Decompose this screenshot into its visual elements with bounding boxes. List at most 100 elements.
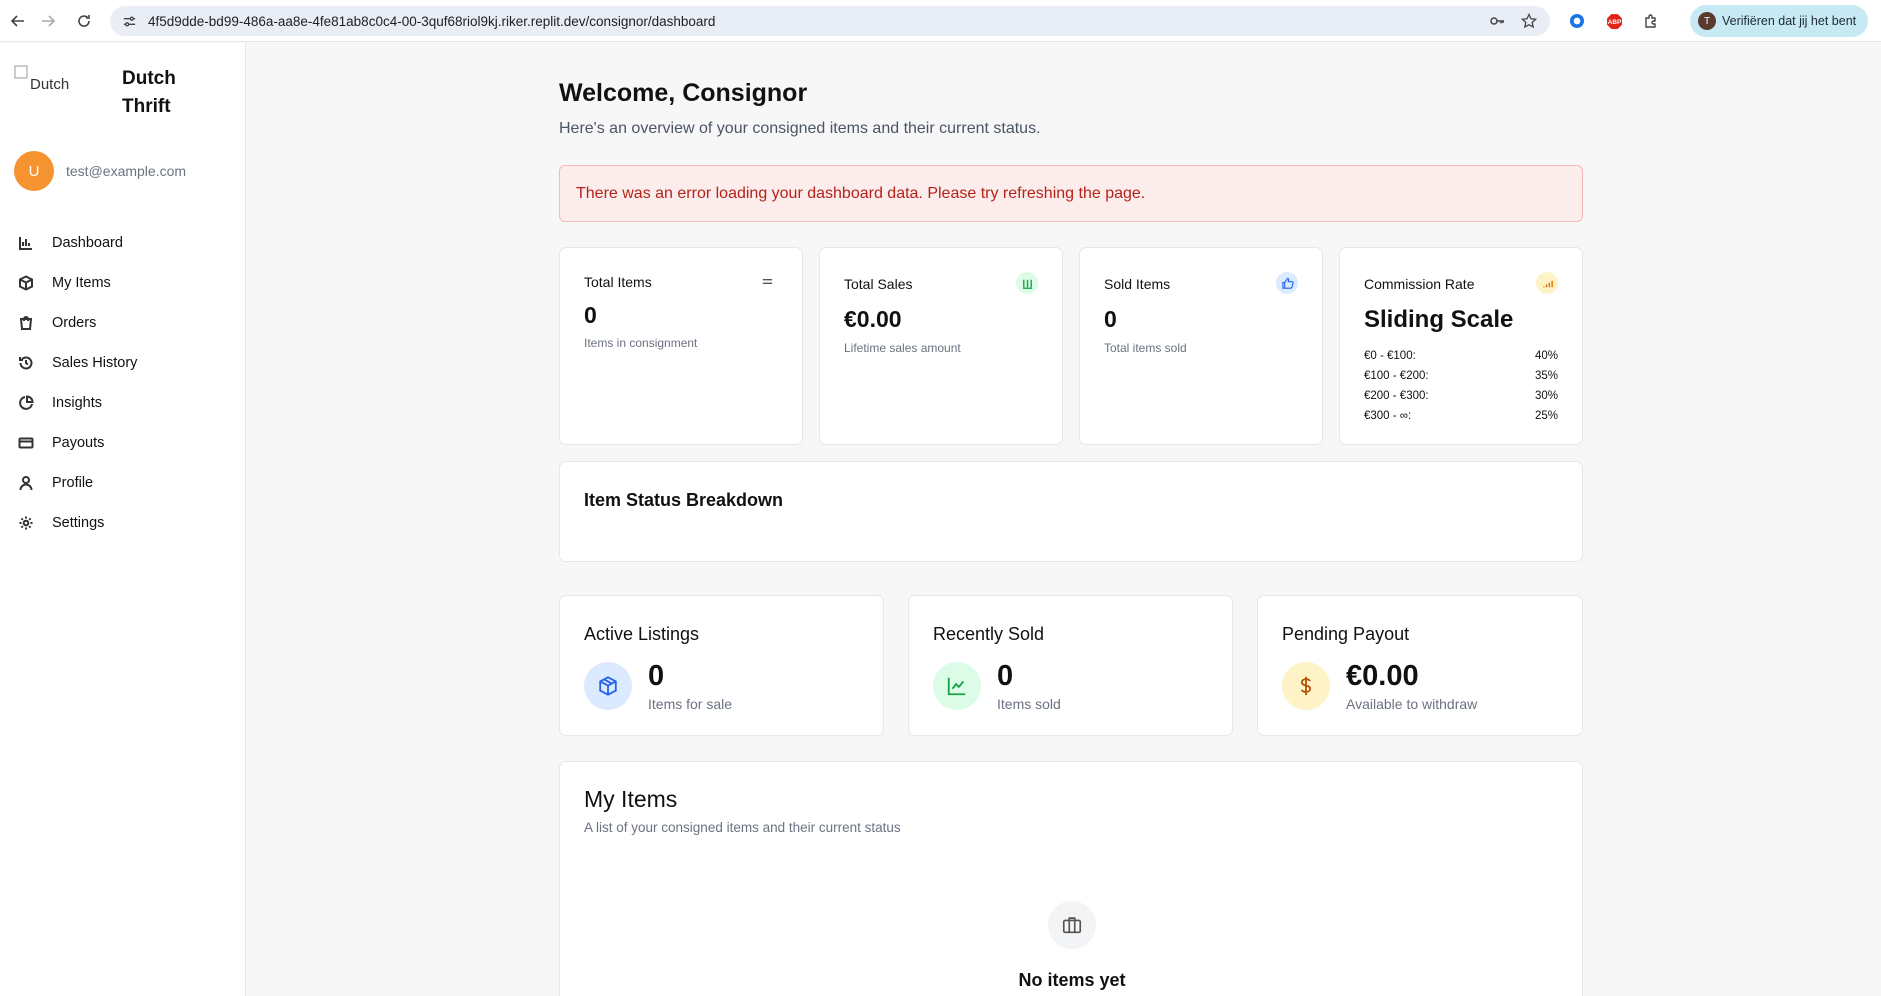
summary-value: 0 [648,660,665,692]
sidebar-item-orders[interactable]: Orders [0,303,245,343]
profile-verify-button[interactable]: T Verifiëren dat jij het bent [1690,5,1868,37]
dollar-icon [1282,662,1330,710]
brand-name-line1: Dutch [122,68,176,89]
address-bar[interactable]: 4f5d9dde-bd99-486a-aa8e-4fe81ab8c0c4-00-… [110,6,1550,36]
user-email: test@example.com [66,163,187,179]
adblock-icon[interactable]: ABP [1603,10,1625,32]
sidebar-item-label: Orders [52,315,97,331]
sidebar-item-my-items[interactable]: My Items [0,263,245,303]
sidebar-item-label: Dashboard [52,235,123,251]
empty-state-title: No items yet [1018,970,1126,990]
sidebar-item-settings[interactable]: Settings [0,503,245,543]
sidebar-item-insights[interactable]: Insights [0,383,245,423]
briefcase-icon [1048,901,1096,949]
tier-range: €300 - ∞: [1364,410,1412,422]
stat-value: 0 [584,302,597,328]
tier-range: €0 - €100: [1364,350,1416,362]
site-settings-icon[interactable] [120,12,138,30]
summary-caption: Items sold [997,696,1061,712]
tier-row: €0 - €100: 40% [1364,346,1558,366]
tier-rate: 35% [1534,370,1558,382]
thumbs-up-icon [1276,272,1298,294]
user-icon [19,476,33,491]
brand-name: Dutch Thrift [122,65,202,121]
tier-rate: 30% [1534,390,1558,402]
profile-verify-label: Verifiëren dat jij het bent [1722,14,1857,28]
status-breakdown-card: Item Status Breakdown [559,461,1583,562]
tier-row: €300 - ∞: 25% [1364,406,1558,426]
reload-button[interactable] [66,3,102,39]
my-items-subtitle: A list of your consigned items and their… [584,820,901,835]
summary-caption: Items for sale [648,696,733,712]
summary-card-recently-sold: Recently Sold 0 Items sold [908,595,1233,736]
tier-row: €200 - €300: 30% [1364,386,1558,406]
forward-button[interactable] [30,3,66,39]
summary-title: Pending Payout [1282,624,1410,644]
gear-icon [19,516,33,530]
user-info[interactable]: U test@example.com [14,151,186,191]
commission-tiers: €0 - €100: 40% €100 - €200: 35% €200 - €… [1364,346,1558,426]
trend-chart-icon [933,662,981,710]
stat-card-sold-items: Sold Items 0 Total items sold [1079,247,1323,445]
sidebar-item-profile[interactable]: Profile [0,463,245,503]
sales-bars-icon [1016,272,1038,294]
stat-title: Sold Items [1104,276,1171,292]
brand[interactable]: Dutch Thrift Dutch Thrift [14,65,176,117]
package-icon [19,275,33,291]
stat-card-commission: Commission Rate Sliding Scale €0 - €100:… [1339,247,1583,445]
sidebar-item-label: Profile [52,475,94,491]
tier-rate: 25% [1534,410,1558,422]
arrow-right-icon [42,15,56,27]
reload-icon [78,15,90,27]
sidebar-item-sales-history[interactable]: Sales History [0,343,245,383]
summary-value: €0.00 [1346,660,1419,692]
extension-circle-icon[interactable] [1566,10,1588,32]
summary-caption: Available to withdraw [1346,696,1478,712]
sidebar-item-dashboard[interactable]: Dashboard [0,223,245,263]
url-text: 4f5d9dde-bd99-486a-aa8e-4fe81ab8c0c4-00-… [148,13,716,29]
avatar: U [14,151,54,191]
summary-title: Recently Sold [933,624,1045,644]
tier-range: €100 - €200: [1364,370,1429,382]
tier-row: €100 - €200: 35% [1364,366,1558,386]
stat-title: Total Sales [844,276,913,292]
summary-card-active-listings: Active Listings 0 Items for sale [559,595,884,736]
signal-bars-icon [1536,272,1558,294]
error-message: There was an error loading your dashboar… [576,184,1146,202]
stat-value: 0 [1104,306,1117,332]
stat-card-total-sales: Total Sales €0.00 Lifetime sales amount [819,247,1063,445]
credit-card-icon [18,437,34,449]
stat-caption: Items in consignment [584,336,698,350]
stat-title: Commission Rate [1364,276,1475,292]
stat-title: Total Items [584,274,652,290]
commission-value: Sliding Scale [1364,306,1514,333]
logo-alt-text: Dutch Thrift [30,76,70,93]
stat-card-total-items: Total Items 0 Items in consignment [559,247,803,445]
sidebar-item-label: Sales History [52,355,138,371]
equals-icon [756,270,778,292]
sidebar-menu: Dashboard My Items Orders Sales History … [0,223,245,543]
stat-value: €0.00 [844,306,902,332]
error-alert: There was an error loading your dashboar… [559,165,1583,222]
pie-chart-icon [19,395,34,410]
page-title: Welcome, Consignor [559,79,808,107]
extensions-puzzle-icon[interactable] [1640,10,1662,32]
page-subtitle: Here's an overview of your consigned ite… [559,120,1041,137]
summary-title: Active Listings [584,624,700,644]
my-items-title: My Items [584,786,678,812]
key-icon[interactable] [1488,12,1506,30]
stat-caption: Total items sold [1104,341,1187,355]
package-icon [584,662,632,710]
arrow-left-icon [10,15,24,27]
svg-text:ABP: ABP [1607,19,1621,26]
bar-chart-icon [19,237,32,250]
brand-logo: Dutch Thrift [14,65,98,105]
tier-range: €200 - €300: [1364,390,1429,402]
sidebar-item-payouts[interactable]: Payouts [0,423,245,463]
bookmark-star-icon[interactable] [1520,12,1538,30]
sidebar-item-label: Settings [52,515,105,531]
sidebar-item-label: Payouts [52,435,105,451]
stat-caption: Lifetime sales amount [844,341,961,355]
shopping-bag-icon [19,316,33,330]
sidebar-item-label: My Items [52,275,111,291]
